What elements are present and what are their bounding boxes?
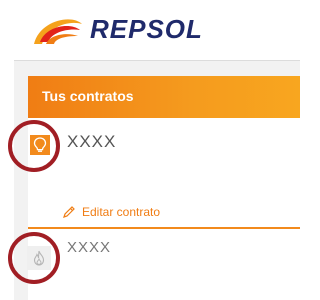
repsol-logo[interactable]: REPSOL (30, 6, 203, 50)
contract-name[interactable]: XXXX (67, 132, 116, 152)
contract-divider (28, 227, 300, 229)
highlight-circle (8, 120, 60, 172)
pencil-icon (63, 206, 75, 218)
card-header: Tus contratos (28, 76, 300, 118)
edit-contract-link[interactable]: Editar contrato (62, 205, 160, 219)
highlight-circle (8, 232, 60, 284)
contracts-card: Tus contratos (28, 76, 300, 300)
page: REPSOL Tus contratos XXXX Editar contrat… (0, 0, 300, 300)
edit-contract-label: Editar contrato (82, 205, 161, 219)
contract-name[interactable]: XXXX (67, 239, 111, 256)
repsol-logo-icon (34, 19, 82, 44)
card-title: Tus contratos (42, 88, 134, 104)
brand-name: REPSOL (90, 14, 203, 44)
